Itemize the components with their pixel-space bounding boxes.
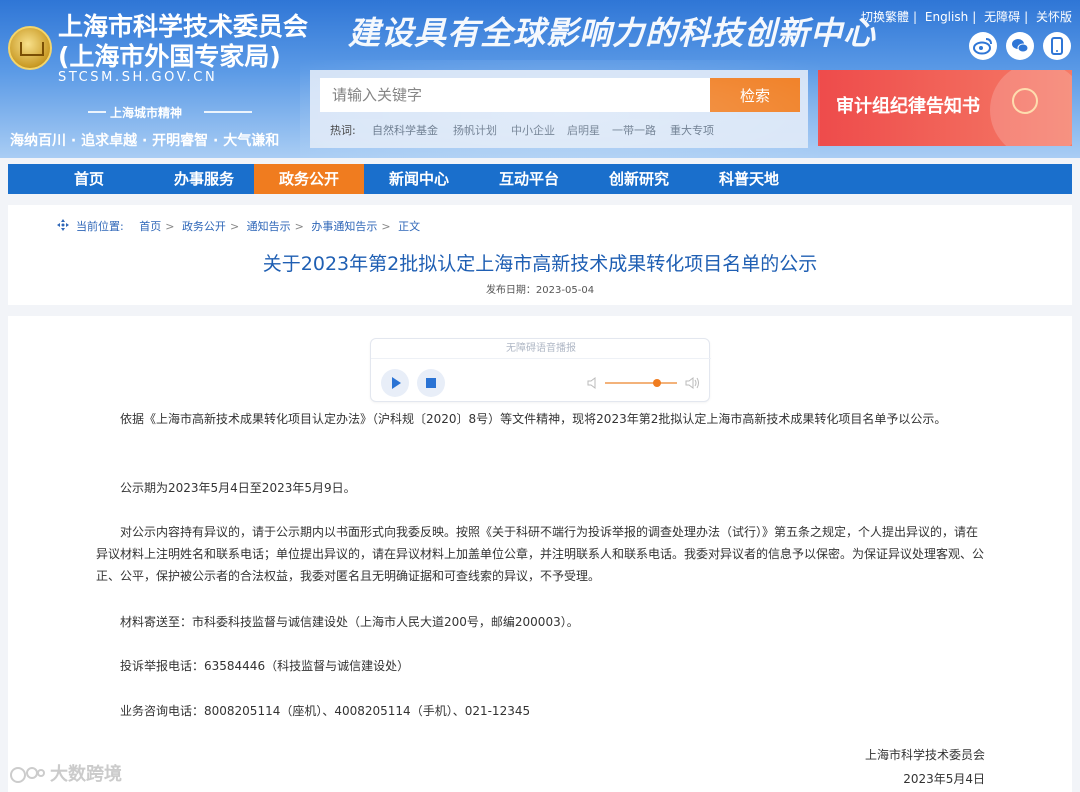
search-panel: 检索 热词: 自然科学基金 扬帆计划 中小企业 启明星 一带一路 重大专项	[310, 70, 808, 148]
volume-high-icon[interactable]	[685, 376, 701, 390]
hot-words-label: 热词:	[330, 124, 356, 137]
breadcrumb-item[interactable]: 首页	[139, 220, 161, 233]
hot-word[interactable]: 自然科学基金	[372, 122, 438, 138]
link-accessibility[interactable]: 无障碍	[984, 10, 1020, 24]
site-header: 上海市科学技术委员会 (上海市外国专家局) STCSM.SH.GOV.CN 上海…	[0, 0, 1080, 158]
title-panel: 当前位置: 首页 > 政务公开 > 通知告示 > 办事通知告示 > 正文 关于2023年…	[8, 205, 1072, 305]
watermark: 大数跨境	[10, 760, 122, 786]
volume-slider[interactable]	[605, 382, 677, 384]
paragraph: 对公示内容持有异议的，请于公示期内以书面形式向我委反映。按照《关于科研不端行为投…	[96, 525, 985, 583]
breadcrumb-label: 当前位置:	[76, 220, 124, 233]
link-english[interactable]: English	[925, 10, 968, 24]
hot-word[interactable]: 中小企业	[511, 122, 555, 138]
stop-button[interactable]	[417, 369, 445, 397]
nav-item-services[interactable]: 办事服务	[154, 164, 254, 194]
search-input[interactable]	[320, 78, 710, 112]
nav-item-gov-affairs[interactable]: 政务公开	[254, 164, 364, 194]
player-title: 无障碍语音播报	[371, 339, 711, 359]
divider	[88, 111, 106, 113]
mobile-icon[interactable]	[1043, 32, 1071, 60]
paragraph: 公示期为2023年5月4日至2023年5月9日。	[120, 481, 356, 495]
magnifier-icon	[1012, 88, 1038, 114]
play-button[interactable]	[381, 369, 409, 397]
hot-word[interactable]: 启明星	[567, 122, 600, 138]
hot-word[interactable]: 重大专项	[670, 122, 714, 138]
site-subtitle: (上海市外国专家局)	[58, 42, 281, 71]
hot-word[interactable]: 扬帆计划	[453, 122, 497, 138]
search-button[interactable]: 检索	[710, 78, 800, 112]
paragraph: 业务咨询电话：8008205114（座机）、4008205114（手机）、021…	[120, 704, 531, 718]
location-icon	[57, 219, 69, 231]
breadcrumb-item[interactable]: 通知告示	[247, 220, 291, 233]
signature-organization: 上海市科学技术委员会	[864, 748, 985, 762]
paragraph: 材料寄送至：市科委科技监督与诚信建设处（上海市人民大道200号，邮编200003…	[120, 615, 579, 629]
audio-player: 无障碍语音播报	[370, 338, 711, 402]
slogan: 建设具有全球影响力的科技创新中心	[348, 14, 877, 52]
nav-item-innovation[interactable]: 创新研究	[584, 164, 694, 194]
divider	[204, 111, 252, 113]
site-name[interactable]: 上海市科学技术委员会	[58, 12, 308, 42]
top-links: 切换繁體 | English | 无障碍 | 关怀版	[860, 10, 1072, 24]
site-domain: STCSM.SH.GOV.CN	[58, 70, 218, 85]
breadcrumb: 当前位置: 首页 > 政务公开 > 通知告示 > 办事通知告示 > 正文	[57, 218, 421, 234]
hot-word[interactable]: 一带一路	[612, 122, 656, 138]
link-care-mode[interactable]: 关怀版	[1036, 10, 1072, 24]
volume-low-icon[interactable]	[587, 377, 599, 389]
banner-text: 审计组纪律告知书	[836, 96, 980, 117]
promo-banner[interactable]: 审计组纪律告知书	[818, 70, 1072, 146]
publish-date: 发布日期：2023-05-04	[485, 285, 595, 296]
wechat-icon[interactable]	[1006, 32, 1034, 60]
nav-item-home[interactable]: 首页	[48, 164, 130, 194]
link-traditional[interactable]: 切换繁體	[861, 10, 909, 24]
breadcrumb-item: 正文	[398, 220, 421, 233]
main-nav: 首页 办事服务 政务公开 新闻中心 互动平台 创新研究 科普天地	[8, 164, 1072, 194]
paragraph: 投诉举报电话：63584446（科技监督与诚信建设处）	[120, 659, 410, 673]
watermark-text: 大数跨境	[50, 764, 122, 785]
weibo-icon[interactable]	[969, 32, 997, 60]
nav-item-interaction[interactable]: 互动平台	[474, 164, 584, 194]
article-title: 关于2023年第2批拟认定上海市高新技术成果转化项目名单的公示	[262, 253, 818, 275]
breadcrumb-item[interactable]: 政务公开	[182, 220, 226, 233]
nav-item-news[interactable]: 新闻中心	[364, 164, 474, 194]
article-body: 无障碍语音播报 依据《上海市高新技术成果转化项目认定办法》（沪科规〔2020〕8…	[8, 316, 1072, 792]
watermark-logo-icon	[10, 767, 45, 783]
city-spirit-text: 海纳百川 · 追求卓越 · 开明睿智 · 大气谦和	[10, 133, 280, 149]
signature-date: 2023年5月4日	[903, 772, 985, 786]
city-spirit-title: 上海城市精神	[110, 106, 183, 120]
paragraph: 依据《上海市高新技术成果转化项目认定办法》（沪科规〔2020〕8号）等文件精神，…	[120, 412, 947, 426]
volume-slider-handle[interactable]	[653, 379, 661, 387]
emblem-logo[interactable]	[8, 26, 52, 70]
nav-item-science[interactable]: 科普天地	[694, 164, 804, 194]
breadcrumb-item[interactable]: 办事通知告示	[311, 220, 377, 233]
